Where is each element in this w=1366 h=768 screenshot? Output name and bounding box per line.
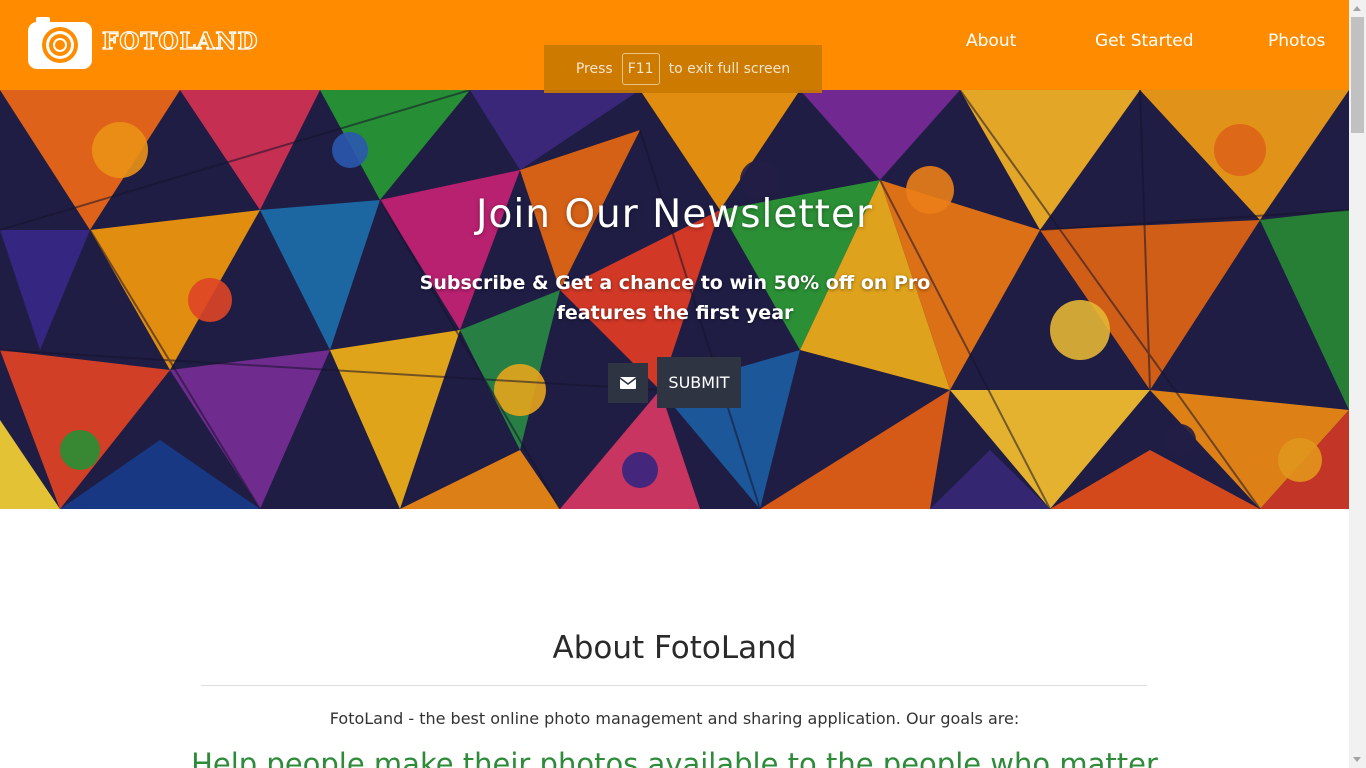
nav-link-get-started[interactable]: Get Started [1095, 31, 1193, 51]
camera-icon[interactable] [28, 17, 92, 69]
newsletter-subtitle: Subscribe & Get a chance to win 50% off … [419, 272, 931, 324]
about-goal-1: Help people make their photos available … [191, 747, 1158, 768]
scroll-down-arrow-icon[interactable] [1353, 757, 1361, 762]
newsletter-title: Join Our Newsletter [476, 192, 873, 237]
nav-link-photos[interactable]: Photos [1268, 31, 1325, 51]
about-title: About FotoLand [552, 630, 797, 666]
page-scrollbar[interactable] [1349, 0, 1366, 768]
page: FOTOLAND About Get Started Photos Press … [0, 0, 1349, 768]
fullscreen-notice-text: to exit full screen [668, 61, 791, 77]
divider [201, 685, 1147, 686]
newsletter-hero: Join Our Newsletter Subscribe & Get a ch… [0, 90, 1349, 509]
nav-link-about[interactable]: About [966, 31, 1016, 51]
about-description: FotoLand - the best online photo managem… [329, 709, 1020, 728]
envelope-icon[interactable] [608, 363, 648, 403]
scrollbar-thumb[interactable] [1351, 17, 1364, 133]
fullscreen-notice-press: Press [575, 61, 613, 77]
brand-name[interactable]: FOTOLAND [101, 27, 259, 55]
scroll-up-arrow-icon[interactable] [1353, 6, 1361, 11]
fullscreen-notice: Press F11 to exit full screen [544, 45, 822, 93]
submit-button[interactable]: SUBMIT [657, 357, 741, 408]
fullscreen-notice-key: F11 [621, 53, 660, 85]
